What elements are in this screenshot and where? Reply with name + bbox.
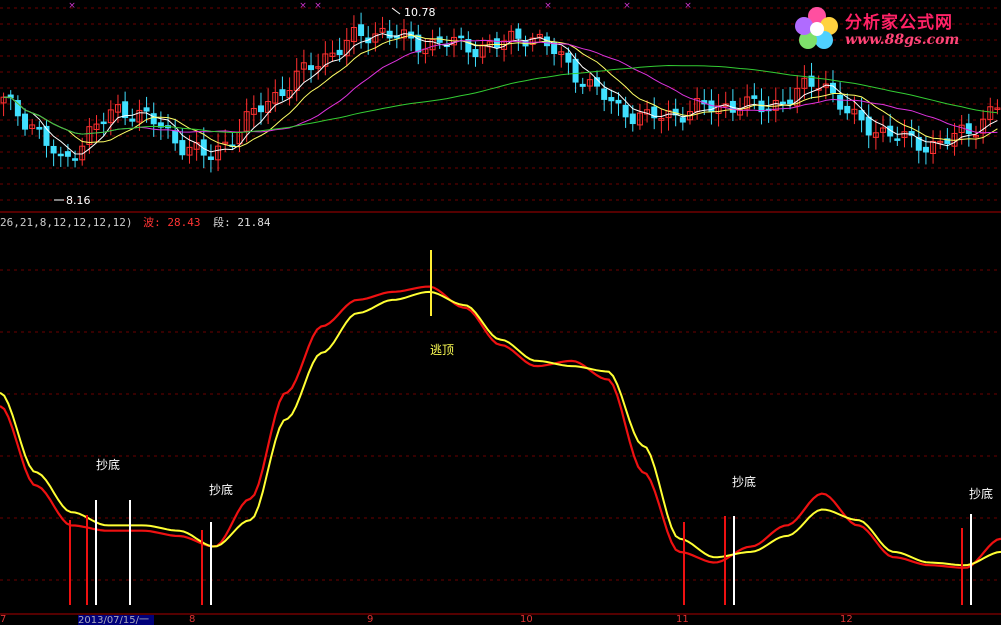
candle-down — [472, 49, 479, 58]
x-tick-11: 11 — [676, 614, 689, 625]
top-cross-mark: × — [544, 1, 552, 11]
high-marker-arrow — [391, 7, 401, 15]
low-marker-label: 8.16 — [66, 194, 91, 207]
signal-label-sell: 逃顶 — [430, 343, 455, 357]
candle-down — [336, 49, 343, 56]
candle-down — [629, 113, 636, 125]
x-tick-10: 10 — [520, 614, 533, 625]
candle-down — [565, 52, 572, 63]
indicator-params: 26,21,8,12,12,12,12) — [0, 216, 133, 229]
candle-down — [172, 130, 179, 144]
candle-down — [279, 89, 286, 97]
candle-down — [308, 65, 315, 71]
top-cross-mark: × — [684, 1, 692, 11]
logo-title: 分析家公式网 — [845, 13, 953, 33]
candle-down — [143, 107, 150, 112]
x-tick-9: 9 — [367, 614, 374, 625]
chart-stage: × × × × × × 分析家公式网 www.88gs.com 10.78 8.16 26… — [0, 0, 1001, 625]
signal-label-buy-4: 抄底 — [969, 487, 994, 501]
indicator-info: 26,21,8,12,12,12,12) 波: 28.43 段: 21.84 — [0, 214, 270, 230]
candle-down — [751, 95, 758, 99]
candle-down — [72, 158, 79, 161]
candle-down — [50, 145, 57, 154]
candle-down — [36, 126, 43, 130]
signal-label-buy-3: 抄底 — [732, 475, 757, 489]
candle-down — [57, 153, 64, 157]
signal-label-buy-1: 抄底 — [96, 458, 121, 472]
candle-down — [64, 151, 71, 157]
candle-down — [601, 88, 608, 100]
candle-down — [572, 58, 579, 83]
candle-down — [207, 156, 214, 160]
candle-down — [787, 99, 794, 105]
candle-down — [579, 83, 586, 87]
candle-down — [257, 105, 264, 113]
candle-down — [465, 38, 472, 53]
candle-down — [608, 97, 615, 102]
x-tick-7: 7 — [0, 614, 7, 625]
top-cross-mark: × — [68, 1, 76, 11]
segment-line — [0, 290, 1001, 567]
candle-down — [894, 138, 901, 141]
candle-down — [865, 116, 872, 136]
candle-down — [358, 24, 365, 36]
candle-down — [779, 101, 786, 105]
logo-url: www.88gs.com — [845, 32, 960, 48]
top-cross-mark: × — [623, 1, 631, 11]
top-cross-mark: × — [299, 1, 307, 11]
chart-canvas: × × × × × × — [0, 1, 1001, 615]
candle-down — [179, 140, 186, 156]
candle-down — [844, 105, 851, 114]
candle-down — [150, 113, 157, 125]
signal-label-buy-2: 抄底 — [209, 483, 234, 497]
candle-down — [129, 118, 136, 122]
candle-down — [100, 121, 107, 125]
x-tick-8: 8 — [189, 614, 196, 625]
candle-down — [858, 110, 865, 121]
high-marker-label: 10.78 — [404, 6, 436, 19]
flower-icon — [795, 7, 838, 49]
candle-down — [615, 99, 622, 104]
x-tick-12: 12 — [840, 614, 853, 625]
candle-down — [14, 100, 21, 117]
wave-label: 波: — [143, 216, 161, 229]
candle-down — [551, 42, 558, 55]
candle-down — [386, 30, 393, 39]
candle-down — [515, 28, 522, 39]
top-cross-mark: × — [314, 1, 322, 11]
candle-down — [22, 113, 29, 130]
candle-down — [622, 104, 629, 118]
segment-value: 21.84 — [237, 216, 271, 229]
candle-down — [679, 117, 686, 123]
candle-down — [965, 123, 972, 134]
segment-label: 段: — [213, 216, 231, 229]
wave-value: 28.43 — [167, 216, 201, 229]
candle-down — [493, 38, 500, 48]
current-date-box[interactable]: 2013/07/15/一 — [78, 615, 154, 625]
candle-down — [458, 35, 465, 39]
site-logo[interactable]: 分析家公式网 www.88gs.com — [793, 4, 993, 54]
candle-down — [922, 146, 929, 153]
candle-down — [837, 94, 844, 110]
